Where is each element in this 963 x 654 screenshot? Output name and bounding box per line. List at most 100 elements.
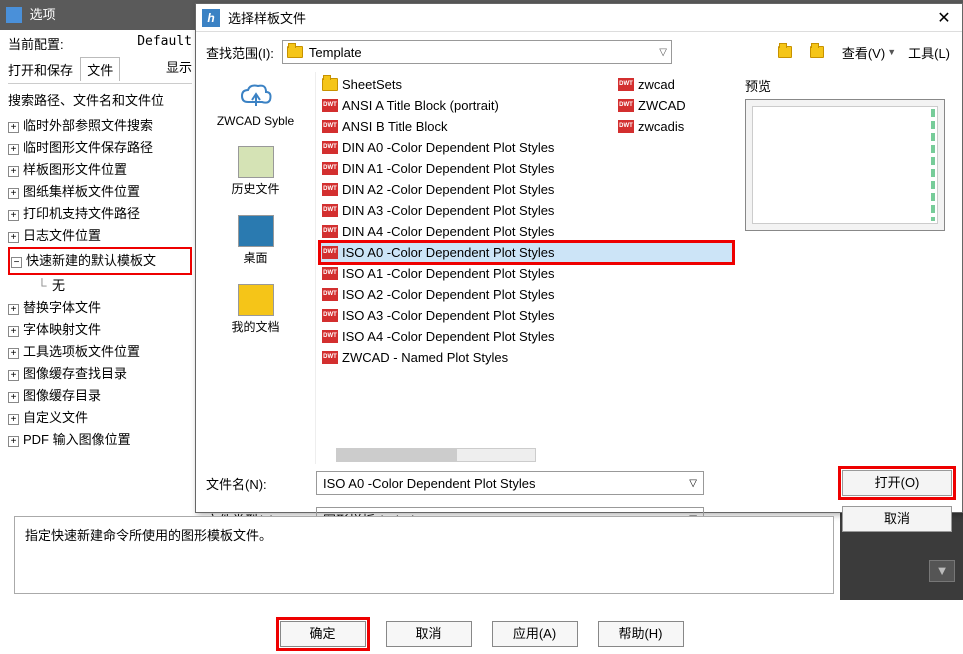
expand-toggle-icon[interactable]: + <box>8 232 19 243</box>
place-desktop[interactable]: 桌面 <box>206 211 306 270</box>
file-name: ISO A0 -Color Dependent Plot Styles <box>342 245 554 260</box>
file-item[interactable]: DWTDIN A0 -Color Dependent Plot Styles <box>320 137 733 158</box>
preview-box <box>745 99 945 231</box>
dwt-file-icon: DWT <box>322 162 338 175</box>
close-button[interactable]: ✕ <box>932 8 956 28</box>
cancel-button[interactable]: 取消 <box>386 621 472 647</box>
dwt-file-icon: DWT <box>322 351 338 364</box>
file-name: ISO A4 -Color Dependent Plot Styles <box>342 329 554 344</box>
options-tree[interactable]: +临时外部参照文件搜索+临时图形文件保存路径+样板图形文件位置+图纸集样板文件位… <box>8 115 192 451</box>
file-list[interactable]: SheetSetsDWTANSI A Title Block (portrait… <box>316 72 737 464</box>
open-button[interactable]: 打开(O) <box>842 470 952 496</box>
tree-item[interactable]: +图像缓存查找目录 <box>8 363 192 385</box>
folder-back-icon <box>778 44 798 60</box>
tree-item[interactable]: +自定义文件 <box>8 407 192 429</box>
lookin-combo[interactable]: Template ▽ <box>282 40 672 64</box>
apply-button[interactable]: 应用(A) <box>492 621 578 647</box>
tree-item[interactable]: +图像缓存目录 <box>8 385 192 407</box>
place-label: ZWCAD Syble <box>206 114 306 128</box>
place-history[interactable]: 历史文件 <box>206 142 306 201</box>
folder-icon <box>287 46 303 58</box>
tree-item[interactable]: +临时图形文件保存路径 <box>8 137 192 159</box>
tree-item-label: 字体映射文件 <box>23 322 101 337</box>
help-button[interactable]: 帮助(H) <box>598 621 684 647</box>
tree-item[interactable]: +替换字体文件 <box>8 297 192 319</box>
expand-toggle-icon[interactable]: + <box>8 392 19 403</box>
tree-item-label: 打印机支持文件路径 <box>23 206 140 221</box>
expand-toggle-icon[interactable]: + <box>8 326 19 337</box>
file-item[interactable]: DWTDIN A4 -Color Dependent Plot Styles <box>320 221 733 242</box>
file-item[interactable]: DWTZWCAD - Named Plot Styles <box>320 347 733 368</box>
file-item[interactable]: DWTDIN A3 -Color Dependent Plot Styles <box>320 200 733 221</box>
tree-item[interactable]: + 打印机支持文件路径 <box>8 203 192 225</box>
tree-item-label: 临时外部参照文件搜索 <box>23 118 153 133</box>
tree-item[interactable]: +样板图形文件位置 <box>8 159 192 181</box>
file-item[interactable]: DWTDIN A2 -Color Dependent Plot Styles <box>320 179 733 200</box>
expand-toggle-icon[interactable]: + <box>8 188 19 199</box>
dialog-toolbar: 查找范围(I): Template ▽ 查看(V)▼ 工具(L) <box>196 32 962 72</box>
place-zwcad-syble[interactable]: ZWCAD Syble <box>206 76 306 132</box>
dwt-file-icon: DWT <box>322 141 338 154</box>
tree-subitem[interactable]: └无 <box>32 275 192 297</box>
ok-button[interactable]: 确定 <box>280 621 366 647</box>
file-item[interactable]: DWTISO A3 -Color Dependent Plot Styles <box>320 305 733 326</box>
file-item[interactable]: DWTISO A1 -Color Dependent Plot Styles <box>320 263 733 284</box>
tools-menu[interactable]: 工具(L) <box>906 41 952 64</box>
expand-toggle-icon[interactable]: − <box>11 257 22 268</box>
dwt-file-icon: DWT <box>322 99 338 112</box>
dwt-file-icon: DWT <box>322 204 338 217</box>
expand-toggle-icon[interactable]: + <box>8 304 19 315</box>
horizontal-scrollbar[interactable] <box>336 448 536 462</box>
tree-item[interactable]: −快速新建的默认模板文 <box>8 247 192 275</box>
file-name: DIN A4 -Color Dependent Plot Styles <box>342 224 554 239</box>
expand-toggle-icon[interactable]: + <box>8 122 19 133</box>
file-item[interactable]: DWTDIN A1 -Color Dependent Plot Styles <box>320 158 733 179</box>
file-item[interactable]: DWTISO A2 -Color Dependent Plot Styles <box>320 284 733 305</box>
cancel-button[interactable]: 取消 <box>842 506 952 532</box>
tab-file[interactable]: 文件 <box>80 57 120 81</box>
file-item[interactable]: DWTISO A0 -Color Dependent Plot Styles <box>320 242 733 263</box>
file-item[interactable]: DWTzwcadis <box>616 116 726 137</box>
view-label: 查看(V) <box>842 43 885 62</box>
tree-sub-label: 无 <box>52 278 65 293</box>
up-button[interactable] <box>808 42 832 62</box>
expand-toggle-icon[interactable]: + <box>8 436 19 447</box>
file-item[interactable]: DWTZWCAD <box>616 95 726 116</box>
options-body: 当前配置: Default 打开和保存 文件 显示 搜索路径、文件名和文件位 +… <box>0 30 200 455</box>
help-label: 帮助(H) <box>618 626 662 641</box>
tree-item-label: PDF 输入图像位置 <box>23 432 131 447</box>
desktop-icon <box>238 215 274 247</box>
tree-item[interactable]: + PDF 输入图像位置 <box>8 429 192 451</box>
places-bar: ZWCAD Syble 历史文件 桌面 我的文档 <box>196 72 316 464</box>
file-name: DIN A2 -Color Dependent Plot Styles <box>342 182 554 197</box>
tab-open-save[interactable]: 打开和保存 <box>8 63 73 78</box>
tree-item-label: 图纸集样板文件位置 <box>23 184 140 199</box>
tree-item[interactable]: + 临时外部参照文件搜索 <box>8 115 192 137</box>
expand-toggle-icon[interactable]: + <box>8 348 19 359</box>
tools-label: 工具(L) <box>908 43 950 62</box>
description-box: 指定快速新建命令所使用的图形模板文件。 <box>14 516 834 594</box>
view-menu[interactable]: 查看(V)▼ <box>840 41 898 64</box>
dialog-titlebar: h 选择样板文件 ✕ <box>196 4 962 32</box>
options-title: 选项 <box>30 4 56 23</box>
current-config-label: 当前配置: <box>8 34 64 53</box>
tab-display[interactable]: 显示 <box>166 57 192 76</box>
expand-toggle-icon[interactable]: + <box>8 414 19 425</box>
scrollbar-thumb[interactable] <box>337 449 457 461</box>
filename-combo[interactable]: ISO A0 -Color Dependent Plot Styles ▽ <box>316 471 704 495</box>
expand-toggle-icon[interactable]: + <box>8 210 19 221</box>
tree-item[interactable]: +工具选项板文件位置 <box>8 341 192 363</box>
back-button[interactable] <box>776 42 800 62</box>
status-dropdown[interactable]: ▼ <box>929 560 955 582</box>
tree-item[interactable]: + 字体映射文件 <box>8 319 192 341</box>
place-label: 我的文档 <box>206 318 306 335</box>
documents-icon <box>238 284 274 316</box>
expand-toggle-icon[interactable]: + <box>8 144 19 155</box>
expand-toggle-icon[interactable]: + <box>8 166 19 177</box>
tree-item[interactable]: +日志文件位置 <box>8 225 192 247</box>
file-item[interactable]: DWTzwcad <box>616 74 726 95</box>
place-mydocs[interactable]: 我的文档 <box>206 280 306 339</box>
expand-toggle-icon[interactable]: + <box>8 370 19 381</box>
file-item[interactable]: DWTISO A4 -Color Dependent Plot Styles <box>320 326 733 347</box>
tree-item[interactable]: + 图纸集样板文件位置 <box>8 181 192 203</box>
